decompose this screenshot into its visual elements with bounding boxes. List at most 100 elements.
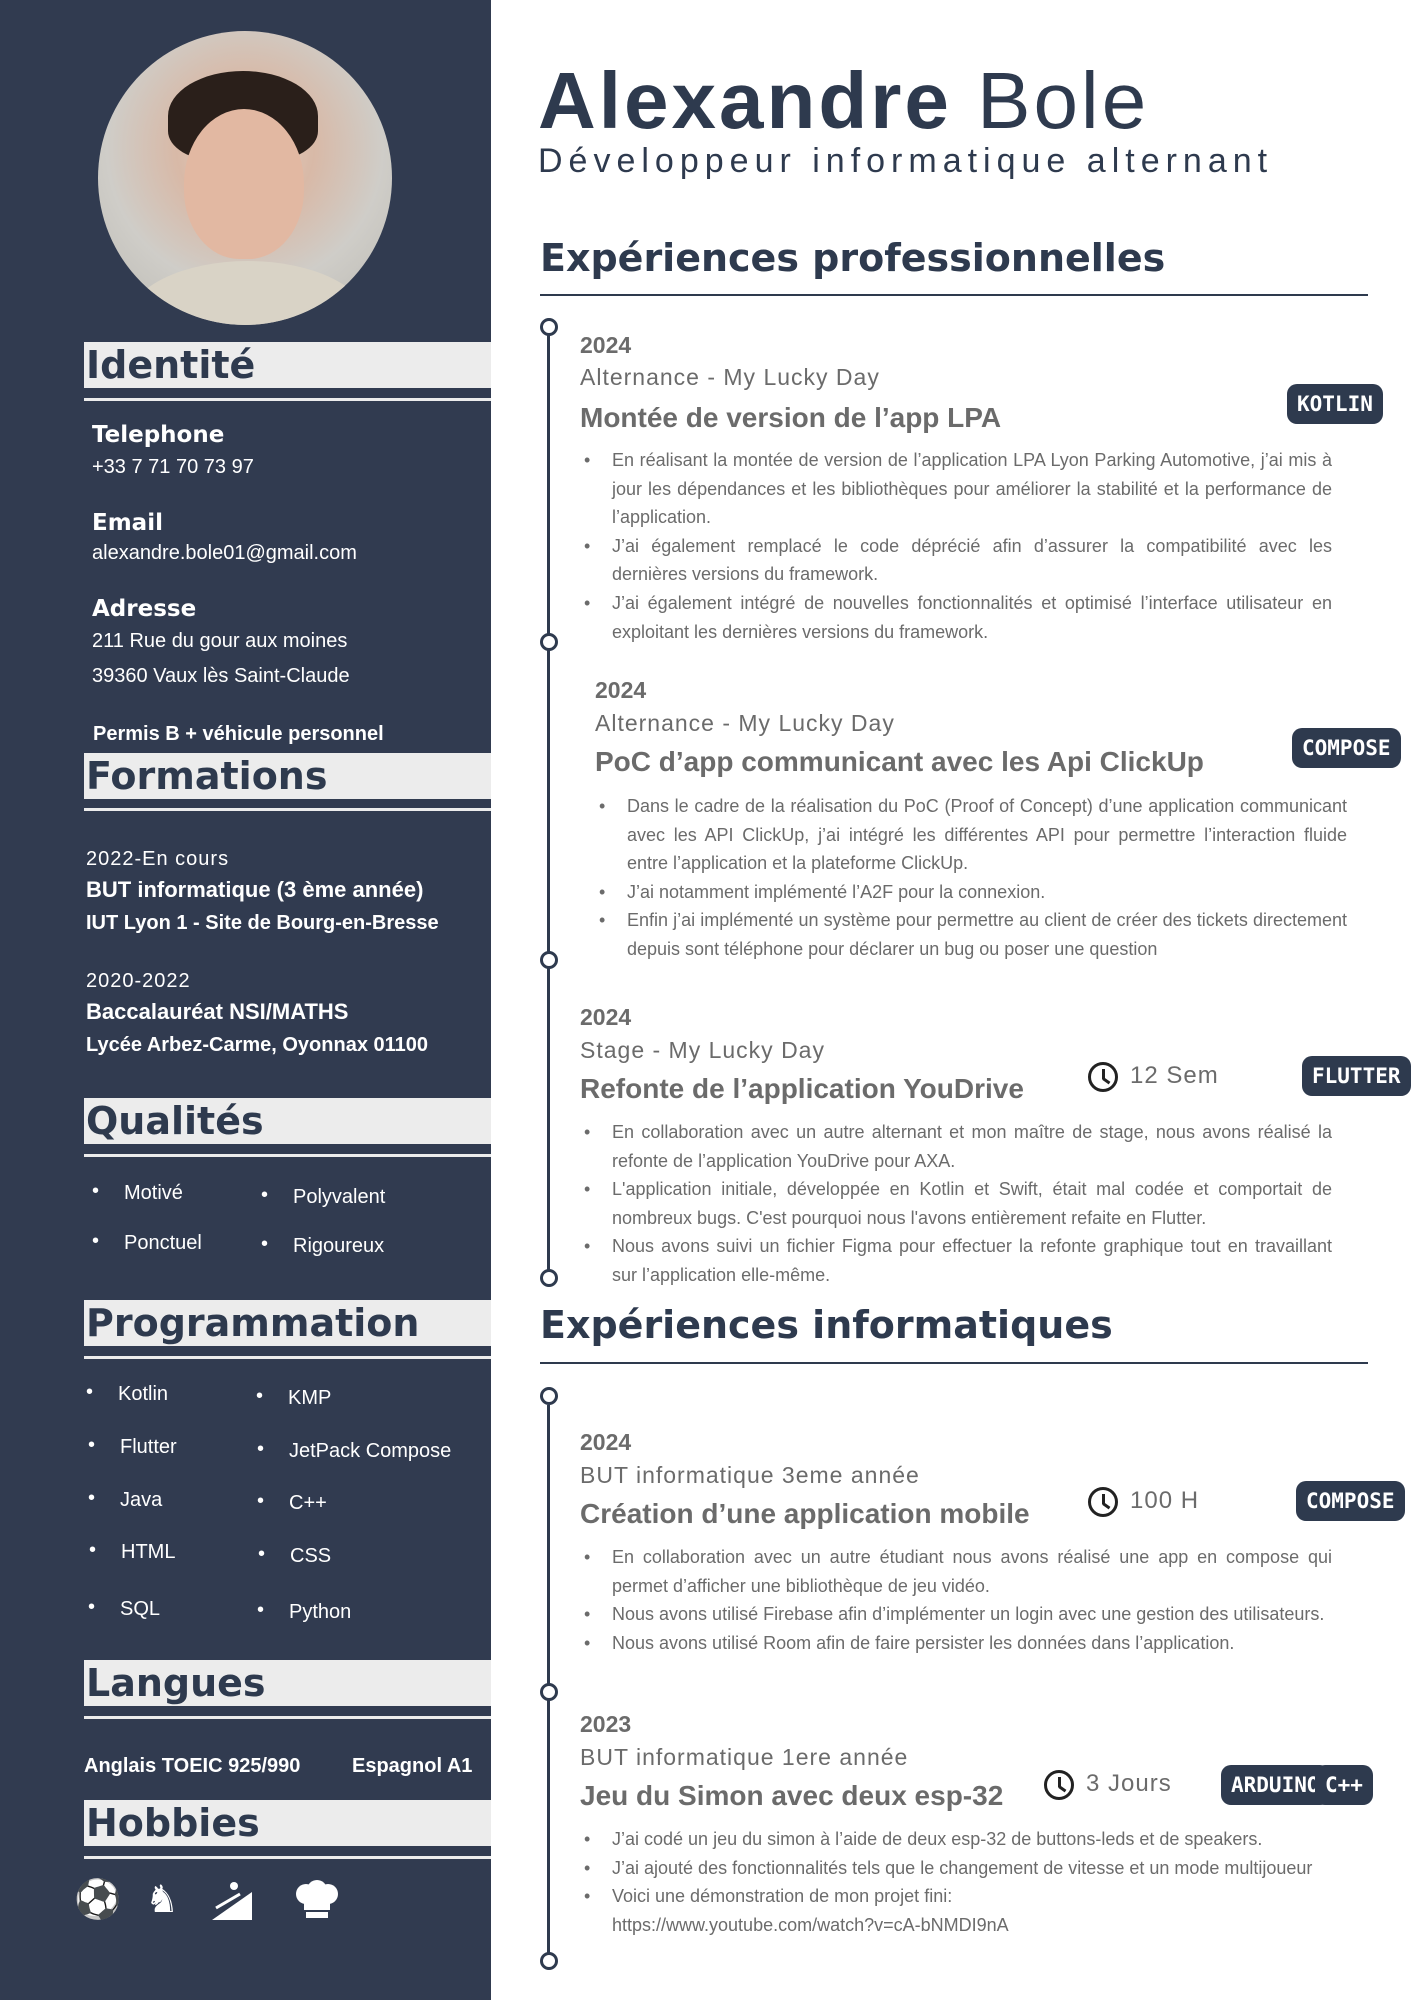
programming-divider [84, 1356, 491, 1359]
pro-experience-title: Expériences professionnelles [540, 236, 1166, 280]
description-item: J’ai également intégré de nouvelles fonc… [580, 589, 1332, 646]
candidate-name: Alexandre Bole [538, 56, 1150, 145]
address-line1: 211 Rue du gour aux moines [92, 630, 348, 652]
clock-icon [1088, 1062, 1118, 1092]
description-item: Nous avons utilisé Firebase afin d’implé… [580, 1600, 1332, 1629]
description-item: J’ai codé un jeu du simon à l’aide de de… [580, 1825, 1332, 1854]
experience-org: Alternance - My Lucky Day [595, 710, 895, 736]
language-item: Anglais TOEIC 925/990 [84, 1755, 301, 1777]
education-degree: BUT informatique (3 ème année) [86, 877, 424, 902]
experience-description: J’ai codé un jeu du simon à l’aide de de… [580, 1825, 1332, 1939]
skill-item: Flutter [88, 1434, 177, 1459]
skill-item: SQL [88, 1596, 160, 1621]
skill-item: C++ [257, 1490, 327, 1515]
education-period: 2020-2022 [86, 970, 191, 992]
experience-job: PoC d’app communicant avec les Api Click… [595, 746, 1204, 777]
tech-badge: ARDUINO [1221, 1765, 1330, 1805]
experience-org: Alternance - My Lucky Day [580, 364, 880, 390]
description-item: J’ai ajouté des fonctionnalités tels que… [580, 1854, 1332, 1883]
qualities-divider [84, 1154, 491, 1157]
education-school: Lycée Arbez-Carme, Oyonnax 01100 [86, 1034, 429, 1056]
quality-item: Rigoureux [261, 1233, 384, 1258]
experience-duration: 3 Jours [1086, 1770, 1172, 1797]
description-item: En réalisant la montée de version de l’a… [580, 446, 1332, 532]
address-label: Adresse [92, 596, 197, 622]
experience-job: Création d’une application mobile [580, 1498, 1030, 1529]
description-item: En collaboration avec un autre étudiant … [580, 1543, 1332, 1600]
experience-job: Refonte de l’application YouDrive [580, 1073, 1024, 1104]
demo-link[interactable]: https://www.youtube.com/watch?v=cA-bNMDI… [580, 1911, 1332, 1940]
identity-title: Identité [84, 342, 491, 388]
tech-badge: COMPOSE [1296, 1481, 1405, 1521]
skill-item: JetPack Compose [257, 1438, 451, 1463]
description-item: L'application initiale, développée en Ko… [580, 1175, 1332, 1232]
address-line2: 39360 Vaux lès Saint-Claude [92, 665, 350, 687]
experience-description: En collaboration avec un autre alternant… [580, 1118, 1332, 1290]
experience-job: Jeu du Simon avec deux esp-32 [580, 1780, 1004, 1811]
timeline-dot [540, 318, 558, 336]
license-text: Permis B + véhicule personnel [93, 723, 384, 745]
description-item: Enfin j’ai implémenté un système pour pe… [595, 906, 1347, 963]
skill-item: HTML [89, 1539, 176, 1564]
experience-org: Stage - My Lucky Day [580, 1037, 825, 1063]
experience-year: 2024 [580, 1429, 632, 1455]
education-title: Formations [84, 753, 491, 799]
timeline-dot [540, 1952, 558, 1970]
description-item: J’ai notamment implémenté l’A2F pour la … [595, 878, 1347, 907]
quality-item: Ponctuel [92, 1230, 202, 1255]
languages-divider [84, 1716, 491, 1719]
education-period: 2022-En cours [86, 848, 230, 870]
description-item: En collaboration avec un autre alternant… [580, 1118, 1332, 1175]
email-label: Email [92, 510, 163, 536]
timeline-dot [540, 633, 558, 651]
clock-icon [1044, 1770, 1074, 1800]
tech-badge: C++ [1315, 1765, 1373, 1805]
soccer-ball-icon: ⚽ [74, 1879, 122, 1921]
description-item: Voici une démonstration de mon projet fi… [580, 1882, 1332, 1911]
education-school: IUT Lyon 1 - Site de Bourg-en-Bresse [86, 912, 439, 934]
skill-item: CSS [258, 1543, 331, 1568]
description-item: Dans le cadre de la réalisation du PoC (… [595, 792, 1347, 878]
experience-duration: 100 H [1130, 1487, 1200, 1514]
skiing-icon [210, 1878, 254, 1922]
education-divider [84, 808, 491, 811]
identity-divider [84, 398, 491, 401]
email-value: alexandre.bole01@gmail.com [92, 542, 357, 564]
experience-description: En réalisant la montée de version de l’a… [580, 446, 1332, 646]
skill-item: Kotlin [86, 1381, 168, 1406]
chess-knight-icon: ♞ [144, 1879, 180, 1921]
chef-hat-icon [292, 1880, 338, 1924]
languages-title: Langues [84, 1660, 491, 1706]
experience-org: BUT informatique 1ere année [580, 1744, 909, 1770]
experience-org: BUT informatique 3eme année [580, 1462, 920, 1488]
tech-badge: KOTLIN [1287, 384, 1383, 424]
experience-duration: 12 Sem [1130, 1062, 1219, 1089]
description-item: J’ai également remplacé le code déprécié… [580, 532, 1332, 589]
it-experience-divider [540, 1362, 1368, 1364]
experience-description: En collaboration avec un autre étudiant … [580, 1543, 1332, 1657]
experience-year: 2024 [595, 677, 647, 703]
skill-item: Java [88, 1487, 162, 1512]
phone-value: +33 7 71 70 73 97 [92, 456, 254, 478]
language-item: Espagnol A1 [352, 1755, 473, 1777]
skill-item: Python [257, 1599, 351, 1624]
tech-badge: FLUTTER [1302, 1056, 1411, 1096]
education-degree: Baccalauréat NSI/MATHS [86, 999, 349, 1024]
experience-year: 2023 [580, 1711, 632, 1737]
experience-description: Dans le cadre de la réalisation du PoC (… [595, 792, 1347, 964]
timeline-dot [540, 1683, 558, 1701]
phone-label: Telephone [92, 422, 225, 448]
experience-year: 2024 [580, 1004, 632, 1030]
job-title: Développeur informatique alternant [538, 142, 1274, 180]
timeline-dot [540, 1269, 558, 1287]
qualities-title: Qualités [84, 1098, 491, 1144]
programming-title: Programmation [84, 1300, 491, 1346]
pro-timeline [547, 335, 550, 1280]
quality-item: Motivé [92, 1180, 183, 1205]
experience-year: 2024 [580, 332, 632, 358]
description-item: Nous avons suivi un fichier Figma pour e… [580, 1232, 1332, 1289]
it-experience-title: Expériences informatiques [540, 1303, 1113, 1347]
pro-experience-divider [540, 294, 1368, 296]
tech-badge: COMPOSE [1292, 728, 1401, 768]
timeline-dot [540, 1387, 558, 1405]
